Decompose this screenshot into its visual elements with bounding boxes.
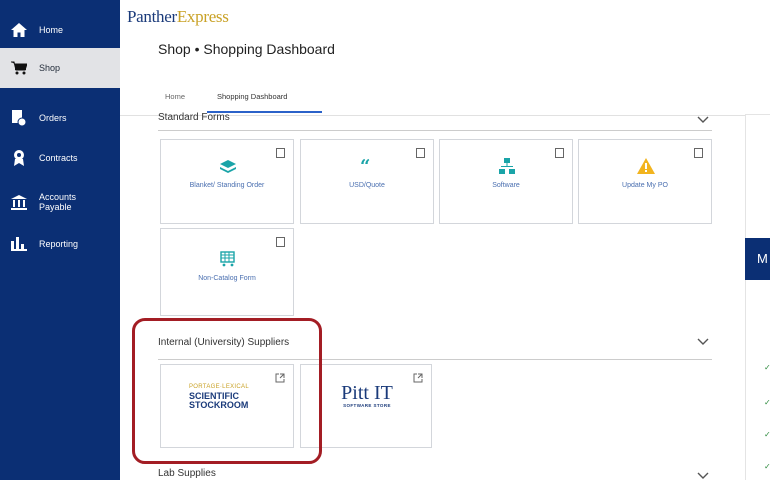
quote-icon: “ [360, 156, 371, 177]
tab-home[interactable]: Home [165, 92, 185, 101]
chevron-down-icon[interactable] [697, 116, 709, 124]
sidebar-item-shop[interactable]: Shop [0, 48, 120, 88]
check-icon: ✓ [764, 398, 770, 407]
sidebar-item-label: Contracts [39, 153, 78, 163]
brand-part1: Panther [127, 7, 177, 26]
sidebar-item-label: Home [39, 25, 64, 35]
pitt-it-logo-text: Pitt IT [341, 382, 393, 404]
sidebar-item-label: Orders [39, 113, 67, 123]
bank-icon [11, 194, 27, 210]
brand-part2: Express [176, 7, 229, 26]
right-card [745, 114, 770, 249]
sidebar-item-accounts-payable[interactable]: Accounts Payable [0, 188, 120, 216]
section-title-standard-forms: Standard Forms [158, 112, 230, 123]
sidebar-item-label-line1: Accounts [39, 192, 77, 202]
reporting-icon [11, 236, 27, 252]
copy-icon[interactable] [416, 148, 425, 158]
pitt-it-logo-sub: SOFTWARE STORE [343, 403, 391, 408]
annotation-highlight [132, 318, 322, 464]
copy-icon[interactable] [694, 148, 703, 158]
sidebar-item-contracts[interactable]: Contracts [0, 146, 120, 170]
tile-non-catalog-form[interactable]: Non-Catalog Form [160, 228, 294, 316]
check-icon: ✓ [764, 430, 770, 439]
brand-logo[interactable]: PantherExpress [127, 7, 229, 27]
chevron-down-icon[interactable] [697, 338, 709, 346]
sidebar-item-home[interactable]: Home [0, 18, 120, 42]
tile-label: Blanket/ Standing Order [189, 182, 265, 189]
tile-update-my-po[interactable]: Update My PO [578, 139, 712, 224]
tile-label: Update My PO [622, 182, 668, 189]
sidebar-item-label: Accounts Payable [39, 192, 76, 212]
check-icon: ✓ [764, 462, 770, 471]
sidebar-item-label: Reporting [39, 239, 79, 249]
sidebar-item-reporting[interactable]: Reporting [0, 232, 120, 256]
tile-label: Software [492, 182, 520, 189]
external-link-icon[interactable] [413, 373, 423, 383]
app-root: Home Shop Orders Contracts Accounts Paya… [0, 0, 770, 480]
tile-usd-quote[interactable]: “ USD/Quote [300, 139, 434, 224]
tile-blanket-standing-order[interactable]: Blanket/ Standing Order [160, 139, 294, 224]
tab-shopping-dashboard[interactable]: Shopping Dashboard [217, 92, 287, 101]
copy-icon[interactable] [276, 148, 285, 158]
cart-grid-icon [220, 251, 235, 267]
warning-icon [637, 158, 655, 174]
contracts-icon [11, 150, 27, 166]
right-panel [745, 280, 770, 480]
sidebar-item-orders[interactable]: Orders [0, 106, 120, 130]
check-icon: ✓ [764, 363, 770, 372]
chevron-down-icon[interactable] [697, 472, 709, 480]
home-icon [11, 22, 27, 38]
sidebar-item-label-line2: Payable [39, 202, 72, 212]
page-title: Shop • Shopping Dashboard [158, 41, 335, 57]
tile-label: USD/Quote [349, 182, 385, 189]
section-title-lab-supplies: Lab Supplies [158, 468, 216, 479]
tile-label: Non-Catalog Form [198, 275, 256, 282]
layers-icon [220, 160, 236, 173]
copy-icon[interactable] [276, 237, 285, 247]
network-icon [499, 158, 515, 174]
copy-icon[interactable] [555, 148, 564, 158]
sidebar-item-label: Shop [39, 63, 61, 73]
sidebar: Home Shop Orders Contracts Accounts Paya… [0, 0, 120, 480]
section-divider [158, 130, 712, 131]
right-panel-header: M [745, 238, 770, 280]
cart-icon [11, 60, 27, 76]
pitt-it-logo: Pitt IT SOFTWARE STORE [325, 383, 409, 408]
orders-icon [11, 110, 27, 126]
tile-software[interactable]: Software [439, 139, 573, 224]
right-panel-header-label: M [757, 251, 768, 266]
